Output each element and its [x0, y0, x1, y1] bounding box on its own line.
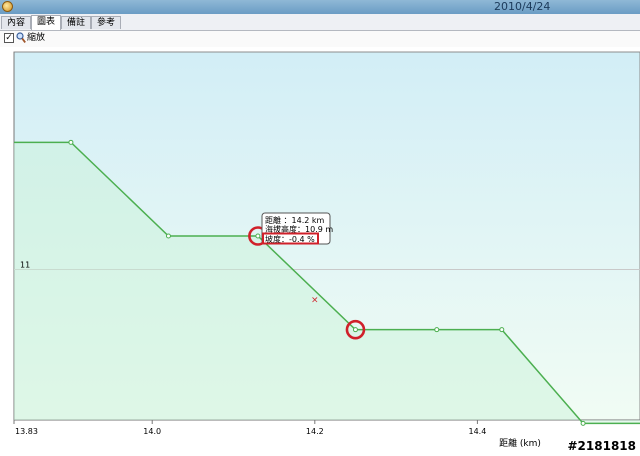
data-point: [165, 233, 171, 239]
zoom-checkbox[interactable]: ✓: [4, 33, 14, 43]
x-tick-label: 14.0: [143, 427, 161, 436]
elevation-chart[interactable]: × 13.83 14.0 14.2 14.4 11 距離 (km) 距離 ：14.2 …: [0, 48, 640, 456]
x-tick-label: 14.2: [306, 427, 324, 436]
title-bar: 2010/4/24: [0, 0, 640, 14]
data-point: [499, 327, 505, 333]
x-tick-label: 13.83: [15, 427, 38, 436]
data-point: [255, 233, 261, 239]
data-point: [68, 139, 74, 145]
hover-marker: ×: [311, 296, 319, 306]
window-date: 2010/4/24: [494, 0, 551, 13]
data-point: [434, 327, 440, 333]
tooltip-distance: 距離 ：14.2 km: [265, 215, 325, 225]
app-icon: [2, 1, 13, 12]
tab-chart[interactable]: 圖表: [31, 15, 61, 30]
magnifier-icon: [16, 32, 26, 43]
tab-reference[interactable]: 參考: [91, 16, 121, 29]
zoom-label: 縮放: [27, 33, 46, 43]
data-point: [352, 327, 358, 333]
data-point: [580, 420, 586, 426]
hover-tooltip: 距離 ：14.2 km 海拔高度：10.9 m 坡度：-0.4 %: [261, 212, 333, 245]
y-tick-label: 11: [20, 260, 30, 269]
tab-notes[interactable]: 備註: [61, 16, 91, 29]
tooltip-slope: 坡度：-0.4 %: [265, 234, 315, 244]
chart-toolbar: ✓ 縮放: [0, 31, 640, 47]
tab-bar: 內容 圖表 備註 參考: [0, 14, 640, 31]
tab-content[interactable]: 內容: [1, 16, 31, 29]
watermark: #2181818: [567, 439, 636, 453]
x-tick-label: 14.4: [468, 427, 486, 436]
x-axis-label: 距離 (km): [499, 437, 541, 449]
